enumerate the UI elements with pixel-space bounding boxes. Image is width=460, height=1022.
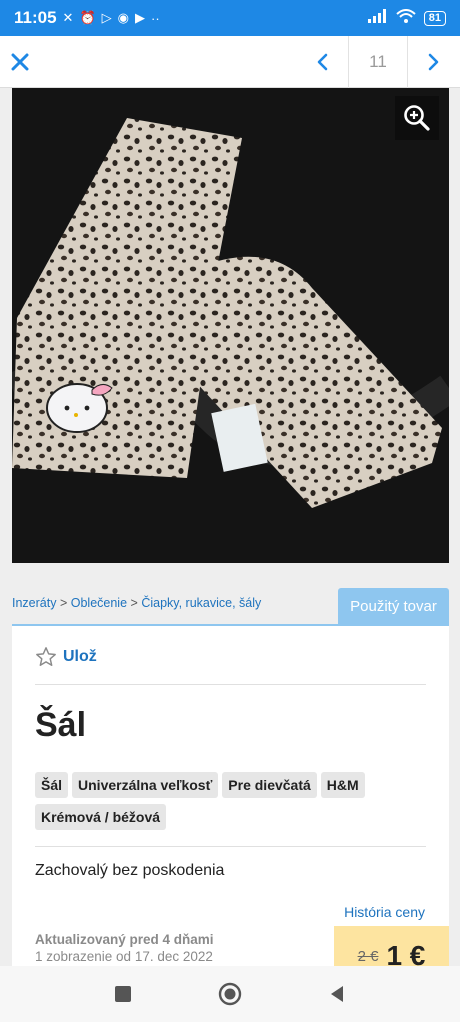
tag-item: Šál xyxy=(35,772,69,798)
top-navigation-bar: 11 xyxy=(0,35,460,88)
tag-item: Pre dievčatá xyxy=(222,772,317,798)
breadcrumb-ciapky[interactable]: Čiapky, rukavice, šály xyxy=(141,596,261,610)
old-price: 2 € xyxy=(357,947,379,965)
save-label: Ulož xyxy=(63,648,97,665)
condition-badge: Použitý tovar xyxy=(338,588,449,624)
home-circle-icon xyxy=(218,982,242,1006)
divider xyxy=(35,684,426,685)
views-text: 1 zobrazenie od 17. dec 2022 xyxy=(35,949,213,964)
more-dots-icon: ·· xyxy=(150,10,160,26)
chevron-left-icon xyxy=(317,53,328,70)
tag-item: H&M xyxy=(320,772,365,798)
breadcrumb-separator: > xyxy=(130,596,138,610)
price-history-link[interactable]: História ceny xyxy=(344,904,425,920)
listing-card: Ulož Šál Šál Univerzálna veľkosť Pre die… xyxy=(12,626,449,986)
tag-item: Univerzálna veľkosť xyxy=(72,772,219,798)
status-time: 11:05 xyxy=(14,8,57,27)
home-button[interactable] xyxy=(210,974,250,1014)
listing-description: Zachovalý bez poskodenia xyxy=(35,862,225,879)
back-triangle-icon xyxy=(330,986,343,1002)
wifi-icon xyxy=(396,8,416,28)
zoom-in-icon xyxy=(404,105,430,131)
messenger-icon: ◉ xyxy=(117,10,129,25)
back-button[interactable] xyxy=(317,974,357,1014)
mute-icon: ✕ xyxy=(62,10,74,25)
close-icon xyxy=(11,53,29,70)
breadcrumb-oblecenie[interactable]: Oblečenie xyxy=(71,596,127,610)
page-number: 11 xyxy=(348,35,408,88)
close-button[interactable] xyxy=(0,36,40,88)
square-icon xyxy=(115,986,132,1002)
battery-icon: 81 xyxy=(423,10,446,26)
product-photo[interactable] xyxy=(12,88,449,563)
breadcrumb: Inzeráty > Oblečenie > Čiapky, rukavice,… xyxy=(12,596,261,610)
zoom-button[interactable] xyxy=(395,96,439,140)
star-icon xyxy=(36,647,56,666)
scarf-illustration xyxy=(12,88,449,563)
tag-list: Šál Univerzálna veľkosť Pre dievčatá H&M… xyxy=(35,772,426,830)
youtube-icon: ▶ xyxy=(134,10,145,25)
listing-title: Šál xyxy=(35,706,87,744)
breadcrumb-separator: > xyxy=(59,596,68,610)
previous-button[interactable] xyxy=(296,36,348,88)
chevron-right-icon xyxy=(428,53,439,70)
tag-item: Krémová / béžová xyxy=(35,804,167,830)
breadcrumb-inzeraty[interactable]: Inzeráty xyxy=(12,596,56,610)
listing-pager: 11 xyxy=(296,35,460,88)
save-button[interactable]: Ulož xyxy=(35,646,97,668)
alarm-icon: ⏰ xyxy=(79,10,96,25)
system-navigation-bar xyxy=(0,966,460,1022)
updated-text: Aktualizovaný pred 4 dňami xyxy=(35,932,214,947)
play-icon: ▷ xyxy=(101,10,112,25)
divider xyxy=(35,846,426,847)
status-bar: 11:05 ✕ ⏰ ▷ ◉ ▶ ·· 81 xyxy=(0,0,460,36)
next-button[interactable] xyxy=(408,36,460,88)
status-notification-icons: ✕ ⏰ ▷ ◉ ▶ ·· xyxy=(63,10,160,26)
recents-button[interactable] xyxy=(103,974,143,1014)
signal-icon xyxy=(367,8,388,28)
